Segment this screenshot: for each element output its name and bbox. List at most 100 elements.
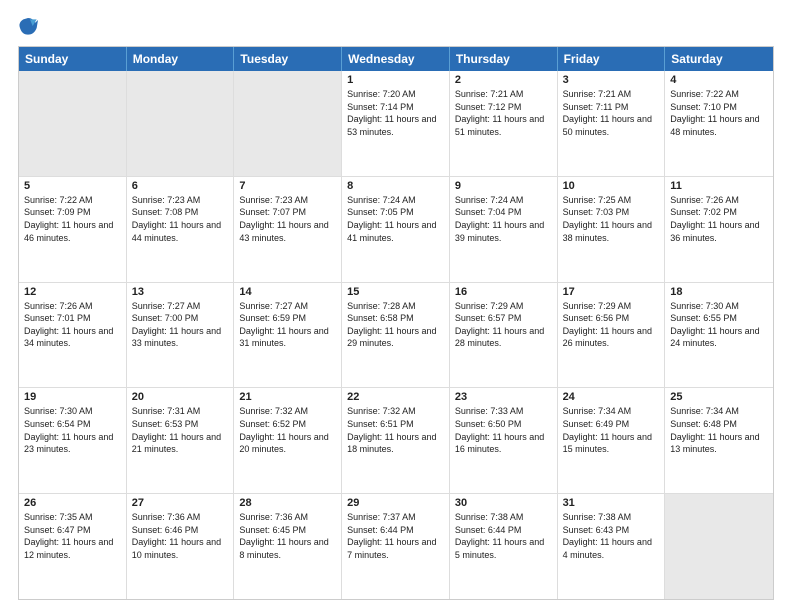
calendar-cell: 4 Sunrise: 7:22 AMSunset: 7:10 PMDaylight… [665, 71, 773, 176]
calendar-cell: 14 Sunrise: 7:27 AMSunset: 6:59 PMDayligh… [234, 283, 342, 388]
cell-text: Sunrise: 7:30 AMSunset: 6:55 PMDaylight:… [670, 300, 768, 350]
calendar-cell: 30Sunrise: 7:38 AMSunset: 6:44 PMDayligh… [450, 494, 558, 599]
cell-text: Sunrise: 7:23 AMSunset: 7:08 PMDaylight:… [132, 194, 229, 244]
day-number: 17 [563, 286, 660, 298]
day-number: 26 [24, 497, 121, 509]
day-number: 24 [563, 391, 660, 403]
calendar-cell [234, 71, 342, 176]
calendar-cell: 17Sunrise: 7:29 AMSunset: 6:56 PMDayligh… [558, 283, 666, 388]
calendar-cell: 24 Sunrise: 7:34 AMSunset: 6:49 PMDayligh… [558, 388, 666, 493]
calendar-cell: 22Sunrise: 7:32 AMSunset: 6:51 PMDayligh… [342, 388, 450, 493]
cell-text: Sunrise: 7:27 AMSunset: 6:59 PMDaylight:… [239, 300, 336, 350]
calendar-header-cell: Friday [558, 47, 666, 71]
cell-text: Sunrise: 7:24 AMSunset: 7:04 PMDaylight:… [455, 194, 552, 244]
cell-text: Sunrise: 7:21 AMSunset: 7:12 PMDaylight:… [455, 88, 552, 138]
calendar-cell: 5 Sunrise: 7:22 AMSunset: 7:09 PMDaylight… [19, 177, 127, 282]
calendar-row: 5 Sunrise: 7:22 AMSunset: 7:09 PMDaylight… [19, 177, 773, 283]
cell-text: Sunrise: 7:28 AMSunset: 6:58 PMDaylight:… [347, 300, 444, 350]
calendar-cell: 23 Sunrise: 7:33 AMSunset: 6:50 PMDayligh… [450, 388, 558, 493]
day-number: 9 [455, 180, 552, 192]
cell-text: Sunrise: 7:32 AMSunset: 6:51 PMDaylight:… [347, 405, 444, 455]
page: SundayMondayTuesdayWednesdayThursdayFrid… [0, 0, 792, 612]
cell-text: Sunrise: 7:29 AMSunset: 6:57 PMDaylight:… [455, 300, 552, 350]
day-number: 4 [670, 74, 768, 86]
calendar-cell: 1 Sunrise: 7:20 AMSunset: 7:14 PMDaylight… [342, 71, 450, 176]
calendar-cell: 13 Sunrise: 7:27 AMSunset: 7:00 PMDayligh… [127, 283, 235, 388]
day-number: 16 [455, 286, 552, 298]
cell-text: Sunrise: 7:34 AMSunset: 6:49 PMDaylight:… [563, 405, 660, 455]
cell-text: Sunrise: 7:27 AMSunset: 7:00 PMDaylight:… [132, 300, 229, 350]
calendar-header-cell: Tuesday [234, 47, 342, 71]
calendar-cell: 3 Sunrise: 7:21 AMSunset: 7:11 PMDaylight… [558, 71, 666, 176]
cell-text: Sunrise: 7:24 AMSunset: 7:05 PMDaylight:… [347, 194, 444, 244]
calendar-row: 19Sunrise: 7:30 AMSunset: 6:54 PMDayligh… [19, 388, 773, 494]
day-number: 27 [132, 497, 229, 509]
cell-text: Sunrise: 7:32 AMSunset: 6:52 PMDaylight:… [239, 405, 336, 455]
calendar-cell: 12 Sunrise: 7:26 AMSunset: 7:01 PMDayligh… [19, 283, 127, 388]
cell-text: Sunrise: 7:20 AMSunset: 7:14 PMDaylight:… [347, 88, 444, 138]
day-number: 25 [670, 391, 768, 403]
day-number: 23 [455, 391, 552, 403]
calendar-cell: 31 Sunrise: 7:38 AMSunset: 6:43 PMDayligh… [558, 494, 666, 599]
day-number: 5 [24, 180, 121, 192]
cell-text: Sunrise: 7:22 AMSunset: 7:09 PMDaylight:… [24, 194, 121, 244]
day-number: 11 [670, 180, 768, 192]
calendar-cell: 9 Sunrise: 7:24 AMSunset: 7:04 PMDaylight… [450, 177, 558, 282]
calendar-cell: 6 Sunrise: 7:23 AMSunset: 7:08 PMDaylight… [127, 177, 235, 282]
header [18, 16, 774, 36]
day-number: 14 [239, 286, 336, 298]
calendar-header-cell: Saturday [665, 47, 773, 71]
calendar-header-cell: Thursday [450, 47, 558, 71]
calendar-header-cell: Wednesday [342, 47, 450, 71]
day-number: 28 [239, 497, 336, 509]
calendar-cell: 16 Sunrise: 7:29 AMSunset: 6:57 PMDayligh… [450, 283, 558, 388]
cell-text: Sunrise: 7:36 AMSunset: 6:46 PMDaylight:… [132, 511, 229, 561]
cell-text: Sunrise: 7:31 AMSunset: 6:53 PMDaylight:… [132, 405, 229, 455]
day-number: 7 [239, 180, 336, 192]
calendar-header-cell: Sunday [19, 47, 127, 71]
calendar-cell: 7Sunrise: 7:23 AMSunset: 7:07 PMDaylight… [234, 177, 342, 282]
day-number: 29 [347, 497, 444, 509]
day-number: 12 [24, 286, 121, 298]
cell-text: Sunrise: 7:33 AMSunset: 6:50 PMDaylight:… [455, 405, 552, 455]
calendar-cell: 21Sunrise: 7:32 AMSunset: 6:52 PMDayligh… [234, 388, 342, 493]
cell-text: Sunrise: 7:21 AMSunset: 7:11 PMDaylight:… [563, 88, 660, 138]
calendar-cell: 10 Sunrise: 7:25 AMSunset: 7:03 PMDayligh… [558, 177, 666, 282]
calendar: SundayMondayTuesdayWednesdayThursdayFrid… [18, 46, 774, 600]
calendar-cell: 20 Sunrise: 7:31 AMSunset: 6:53 PMDayligh… [127, 388, 235, 493]
day-number: 20 [132, 391, 229, 403]
day-number: 15 [347, 286, 444, 298]
calendar-header-cell: Monday [127, 47, 235, 71]
calendar-cell [127, 71, 235, 176]
day-number: 31 [563, 497, 660, 509]
calendar-cell: 2 Sunrise: 7:21 AMSunset: 7:12 PMDaylight… [450, 71, 558, 176]
calendar-cell: 25Sunrise: 7:34 AMSunset: 6:48 PMDayligh… [665, 388, 773, 493]
day-number: 18 [670, 286, 768, 298]
cell-text: Sunrise: 7:30 AMSunset: 6:54 PMDaylight:… [24, 405, 121, 455]
calendar-row: 12 Sunrise: 7:26 AMSunset: 7:01 PMDayligh… [19, 283, 773, 389]
calendar-header-row: SundayMondayTuesdayWednesdayThursdayFrid… [19, 47, 773, 71]
cell-text: Sunrise: 7:22 AMSunset: 7:10 PMDaylight:… [670, 88, 768, 138]
cell-text: Sunrise: 7:25 AMSunset: 7:03 PMDaylight:… [563, 194, 660, 244]
cell-text: Sunrise: 7:26 AMSunset: 7:01 PMDaylight:… [24, 300, 121, 350]
day-number: 3 [563, 74, 660, 86]
cell-text: Sunrise: 7:38 AMSunset: 6:43 PMDaylight:… [563, 511, 660, 561]
calendar-cell [19, 71, 127, 176]
calendar-cell: 29 Sunrise: 7:37 AMSunset: 6:44 PMDayligh… [342, 494, 450, 599]
calendar-cell: 8 Sunrise: 7:24 AMSunset: 7:05 PMDaylight… [342, 177, 450, 282]
logo-icon [18, 16, 38, 36]
day-number: 13 [132, 286, 229, 298]
day-number: 2 [455, 74, 552, 86]
cell-text: Sunrise: 7:38 AMSunset: 6:44 PMDaylight:… [455, 511, 552, 561]
calendar-cell: 26Sunrise: 7:35 AMSunset: 6:47 PMDayligh… [19, 494, 127, 599]
calendar-body: 1 Sunrise: 7:20 AMSunset: 7:14 PMDaylight… [19, 71, 773, 599]
calendar-row: 1 Sunrise: 7:20 AMSunset: 7:14 PMDaylight… [19, 71, 773, 177]
day-number: 10 [563, 180, 660, 192]
calendar-cell: 19Sunrise: 7:30 AMSunset: 6:54 PMDayligh… [19, 388, 127, 493]
cell-text: Sunrise: 7:36 AMSunset: 6:45 PMDaylight:… [239, 511, 336, 561]
day-number: 6 [132, 180, 229, 192]
logo [18, 16, 42, 36]
day-number: 8 [347, 180, 444, 192]
day-number: 1 [347, 74, 444, 86]
cell-text: Sunrise: 7:37 AMSunset: 6:44 PMDaylight:… [347, 511, 444, 561]
